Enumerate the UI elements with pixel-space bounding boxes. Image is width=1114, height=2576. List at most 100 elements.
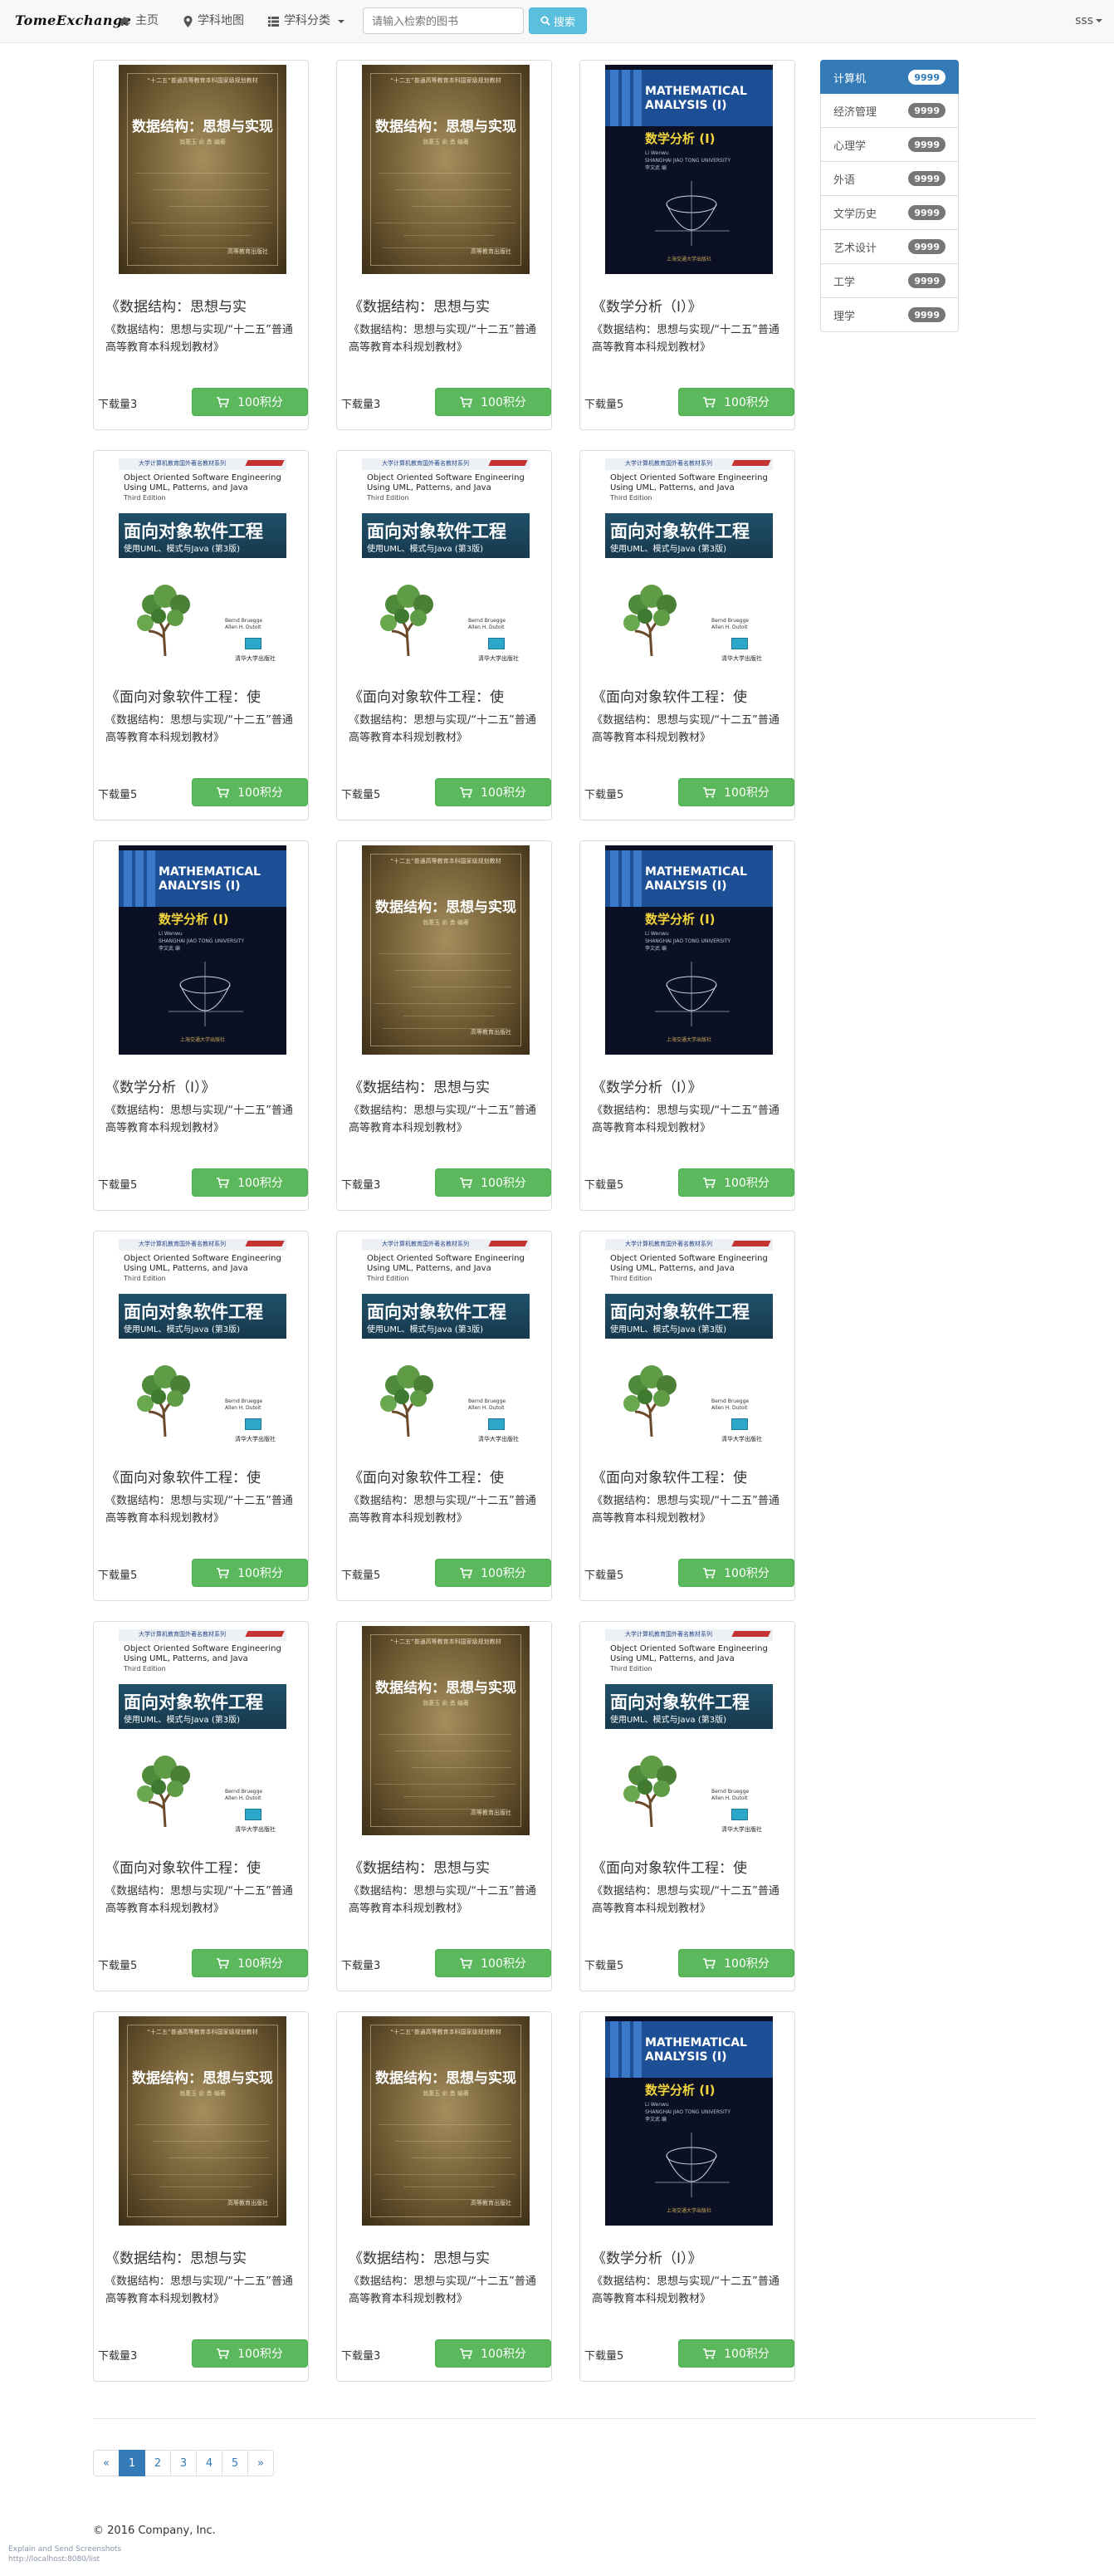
sidebar-item[interactable]: 心理学 9999	[820, 128, 959, 162]
book-cover[interactable]: MATHEMATICAL ANALYSIS (I) 数学分析 (I) Li Wenwu…	[605, 845, 773, 1055]
book-title[interactable]: 《面向对象软件工程：使	[105, 1856, 301, 1877]
book-card[interactable]: 大学计算机教育国外著名教材系列 Object Oriented Software …	[579, 450, 795, 820]
buy-button[interactable]: 100积分	[435, 388, 551, 416]
book-card[interactable]: “十二五”普通高等教育本科国家级规划教材 数据结构：思想与实现 翁惠玉 俞 勇 编著…	[336, 840, 552, 1211]
book-title[interactable]: 《数学分析（Ⅰ）》	[105, 1075, 301, 1096]
user-menu-dropdown[interactable]: sss	[1075, 0, 1102, 42]
book-title[interactable]: 《面向对象软件工程：使	[105, 685, 301, 706]
buy-button[interactable]: 100积分	[192, 1949, 308, 1977]
sidebar-item[interactable]: 外语 9999	[820, 162, 959, 196]
book-title[interactable]: 《数据结构：思想与实	[349, 295, 545, 316]
book-card[interactable]: 大学计算机教育国外著名教材系列 Object Oriented Software …	[93, 1231, 309, 1601]
pagination-page[interactable]: 5	[222, 2450, 248, 2476]
book-card[interactable]: MATHEMATICAL ANALYSIS (I) 数学分析 (I) Li Wenwu…	[579, 2011, 795, 2382]
book-title[interactable]: 《面向对象软件工程：使	[592, 1856, 788, 1877]
book-cover[interactable]: “十二五”普通高等教育本科国家级规划教材 数据结构：思想与实现 翁惠玉 俞 勇 编著…	[119, 65, 286, 274]
book-card[interactable]: MATHEMATICAL ANALYSIS (I) 数学分析 (I) Li Wenwu…	[579, 60, 795, 430]
buy-button[interactable]: 100积分	[678, 2339, 794, 2368]
book-cover[interactable]: “十二五”普通高等教育本科国家级规划教材 数据结构：思想与实现 翁惠玉 俞 勇 编著…	[362, 845, 530, 1055]
buy-button[interactable]: 100积分	[435, 1168, 551, 1197]
book-card[interactable]: “十二五”普通高等教育本科国家级规划教材 数据结构：思想与实现 翁惠玉 俞 勇 编著…	[93, 60, 309, 430]
book-cover[interactable]: “十二五”普通高等教育本科国家级规划教材 数据结构：思想与实现 翁惠玉 俞 勇 编著…	[362, 2016, 530, 2226]
sidebar-item[interactable]: 文学历史 9999	[820, 196, 959, 230]
book-title[interactable]: 《数据结构：思想与实	[349, 2246, 545, 2267]
sidebar-item-label: 外语	[833, 174, 856, 187]
book-cover[interactable]: “十二五”普通高等教育本科国家级规划教材 数据结构：思想与实现 翁惠玉 俞 勇 编著…	[119, 2016, 286, 2226]
book-title[interactable]: 《面向对象软件工程：使	[592, 685, 788, 706]
buy-button[interactable]: 100积分	[435, 778, 551, 806]
book-cover[interactable]: “十二五”普通高等教育本科国家级规划教材 数据结构：思想与实现 翁惠玉 俞 勇 编著…	[362, 1626, 530, 1835]
buy-button[interactable]: 100积分	[435, 2339, 551, 2368]
nav-home-link[interactable]: 主页	[119, 0, 159, 42]
book-card[interactable]: “十二五”普通高等教育本科国家级规划教材 数据结构：思想与实现 翁惠玉 俞 勇 编著…	[336, 2011, 552, 2382]
sidebar-item[interactable]: 理学 9999	[820, 298, 959, 332]
book-title[interactable]: 《数学分析（Ⅰ）》	[592, 2246, 788, 2267]
buy-button[interactable]: 100积分	[435, 1559, 551, 1587]
book-card[interactable]: 大学计算机教育国外著名教材系列 Object Oriented Software …	[579, 1231, 795, 1601]
buy-button[interactable]: 100积分	[678, 388, 794, 416]
book-title[interactable]: 《面向对象软件工程：使	[105, 1466, 301, 1486]
book-cover[interactable]: 大学计算机教育国外著名教材系列 Object Oriented Software …	[362, 455, 530, 664]
cover-series: “十二五”普通高等教育本科国家级规划教材	[390, 1638, 501, 1645]
buy-button[interactable]: 100积分	[192, 388, 308, 416]
book-title[interactable]: 《面向对象软件工程：使	[592, 1466, 788, 1486]
book-title[interactable]: 《数据结构：思想与实	[349, 1856, 545, 1877]
book-cover[interactable]: MATHEMATICAL ANALYSIS (I) 数学分析 (I) Li Wenwu…	[119, 845, 286, 1055]
book-cover[interactable]: 大学计算机教育国外著名教材系列 Object Oriented Software …	[605, 455, 773, 664]
search-button[interactable]: 搜索	[529, 7, 587, 34]
book-card[interactable]: 大学计算机教育国外著名教材系列 Object Oriented Software …	[93, 450, 309, 820]
book-title[interactable]: 《数学分析（Ⅰ）》	[592, 1075, 788, 1096]
pagination-page[interactable]: 1	[119, 2450, 145, 2476]
book-cover[interactable]: 大学计算机教育国外著名教材系列 Object Oriented Software …	[119, 455, 286, 664]
buy-button[interactable]: 100积分	[192, 2339, 308, 2368]
buy-button[interactable]: 100积分	[678, 1559, 794, 1587]
sidebar-item[interactable]: 工学 9999	[820, 264, 959, 298]
book-cover[interactable]: 大学计算机教育国外著名教材系列 Object Oriented Software …	[119, 1626, 286, 1835]
buy-button[interactable]: 100积分	[192, 778, 308, 806]
book-cover[interactable]: MATHEMATICAL ANALYSIS (I) 数学分析 (I) Li Wenwu…	[605, 2016, 773, 2226]
book-card[interactable]: 大学计算机教育国外著名教材系列 Object Oriented Software …	[93, 1621, 309, 1991]
nav-categories-dropdown[interactable]: 学科分类	[268, 0, 344, 42]
book-title[interactable]: 《数据结构：思想与实	[349, 1075, 545, 1096]
pagination-prev[interactable]: «	[93, 2450, 120, 2476]
book-cover[interactable]: 大学计算机教育国外著名教材系列 Object Oriented Software …	[605, 1626, 773, 1835]
sidebar-item[interactable]: 经济管理 9999	[820, 94, 959, 128]
book-title[interactable]: 《数学分析（Ⅰ）》	[592, 295, 788, 316]
buy-button[interactable]: 100积分	[678, 1168, 794, 1197]
pagination-page[interactable]: 3	[170, 2450, 197, 2476]
book-card[interactable]: 大学计算机教育国外著名教材系列 Object Oriented Software …	[579, 1621, 795, 1991]
search-input[interactable]	[363, 7, 524, 34]
book-card[interactable]: 大学计算机教育国外著名教材系列 Object Oriented Software …	[336, 450, 552, 820]
book-cover[interactable]: 大学计算机教育国外著名教材系列 Object Oriented Software …	[605, 1236, 773, 1445]
book-card[interactable]: “十二五”普通高等教育本科国家级规划教材 数据结构：思想与实现 翁惠玉 俞 勇 编著…	[336, 1621, 552, 1991]
buy-button[interactable]: 100积分	[435, 1949, 551, 1977]
nav-map-link[interactable]: 学科地图	[183, 0, 244, 42]
book-cover[interactable]: 大学计算机教育国外著名教材系列 Object Oriented Software …	[119, 1236, 286, 1445]
book-title[interactable]: 《数据结构：思想与实	[105, 295, 301, 316]
book-card[interactable]: 大学计算机教育国外著名教材系列 Object Oriented Software …	[336, 1231, 552, 1601]
book-title[interactable]: 《数据结构：思想与实	[105, 2246, 301, 2267]
book-cover[interactable]: MATHEMATICAL ANALYSIS (I) 数学分析 (I) Li Wenwu…	[605, 65, 773, 274]
buy-button[interactable]: 100积分	[192, 1168, 308, 1197]
buy-button[interactable]: 100积分	[192, 1559, 308, 1587]
cover-texture-line	[135, 173, 268, 174]
sidebar-item[interactable]: 艺术设计 9999	[820, 230, 959, 264]
pagination-page[interactable]: 2	[144, 2450, 171, 2476]
cover-publisher: 上海交通大学出版社	[666, 257, 711, 262]
book-card[interactable]: “十二五”普通高等教育本科国家级规划教材 数据结构：思想与实现 翁惠玉 俞 勇 编著…	[93, 2011, 309, 2382]
book-title[interactable]: 《面向对象软件工程：使	[349, 685, 545, 706]
buy-button[interactable]: 100积分	[678, 1949, 794, 1977]
cover-author: Allen H. Dutoit	[711, 1795, 748, 1801]
brand-logo[interactable]: TomeExchange	[15, 12, 131, 28]
book-card[interactable]: MATHEMATICAL ANALYSIS (I) 数学分析 (I) Li Wenwu…	[579, 840, 795, 1211]
book-cover[interactable]: “十二五”普通高等教育本科国家级规划教材 数据结构：思想与实现 翁惠玉 俞 勇 编著…	[362, 65, 530, 274]
book-card[interactable]: “十二五”普通高等教育本科国家级规划教材 数据结构：思想与实现 翁惠玉 俞 勇 编著…	[336, 60, 552, 430]
pagination-next[interactable]: »	[247, 2450, 274, 2476]
sidebar-item[interactable]: 计算机 9999	[820, 60, 959, 95]
pagination-page[interactable]: 4	[196, 2450, 222, 2476]
book-cover[interactable]: 大学计算机教育国外著名教材系列 Object Oriented Software …	[362, 1236, 530, 1445]
buy-button[interactable]: 100积分	[678, 778, 794, 806]
book-card[interactable]: MATHEMATICAL ANALYSIS (I) 数学分析 (I) Li Wenwu…	[93, 840, 309, 1211]
cover-en-title: Object Oriented Software Engineering Usin…	[124, 1254, 281, 1284]
book-title[interactable]: 《面向对象软件工程：使	[349, 1466, 545, 1486]
